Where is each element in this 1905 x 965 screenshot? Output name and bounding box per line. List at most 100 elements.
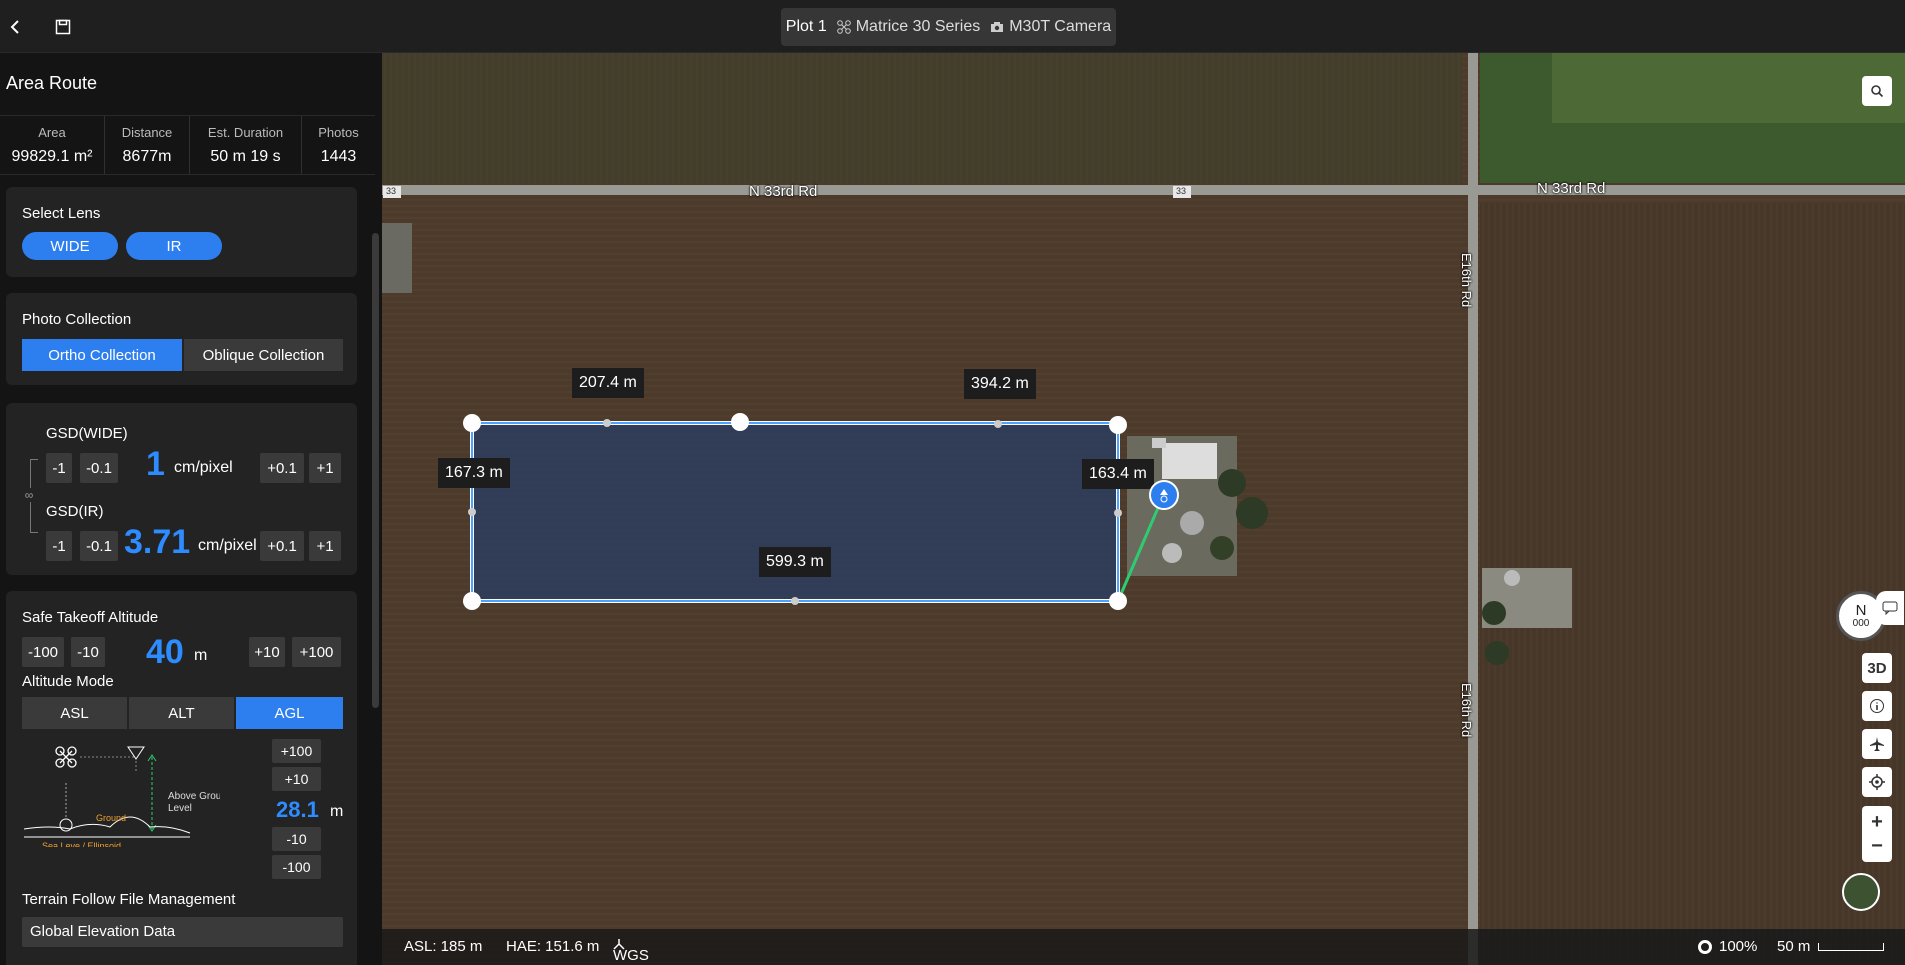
panel-title: Area Route bbox=[6, 73, 98, 93]
agl-unit: m bbox=[330, 803, 344, 820]
gsd-ir-minus-0-1-button[interactable]: -0.1 bbox=[80, 531, 118, 561]
road-label: N 33rd Rd bbox=[749, 183, 818, 200]
zoom-level: 100% bbox=[1719, 938, 1758, 955]
scale-label: 50 m bbox=[1777, 938, 1811, 955]
altitude-mode-asl-tab[interactable]: ASL bbox=[22, 697, 127, 729]
stat-area: Area 99829.1 m² bbox=[0, 116, 105, 174]
mission-title[interactable]: Plot 1 Matrice 30 Series M30T Camera bbox=[781, 8, 1116, 46]
altitude-mode-agl-tab[interactable]: AGL bbox=[236, 697, 343, 729]
drone-icon bbox=[836, 20, 851, 34]
altitude-mode-alt-tab[interactable]: ALT bbox=[129, 697, 234, 729]
gsd-wide-plus-1-button[interactable]: +1 bbox=[309, 453, 341, 483]
sidebar-scrollbar[interactable] bbox=[372, 233, 379, 708]
edge-length-label: 163.4 m bbox=[1082, 459, 1154, 489]
stat-duration: Est. Duration 50 m 19 s bbox=[190, 116, 302, 174]
drone-model: Matrice 30 Series bbox=[855, 18, 981, 35]
stat-distance: Distance 8677m bbox=[105, 116, 190, 174]
back-icon[interactable] bbox=[2, 14, 28, 40]
agl-minus-100-button[interactable]: -100 bbox=[272, 855, 321, 879]
takeoff-value: 40 bbox=[146, 633, 184, 671]
agl-minus-10-button[interactable]: -10 bbox=[272, 827, 321, 851]
terrain-source-select[interactable]: Global Elevation Data bbox=[22, 917, 343, 947]
zoom-control: + − bbox=[1862, 806, 1892, 862]
lens-ir-button[interactable]: IR bbox=[126, 232, 222, 260]
lens-title: Select Lens bbox=[22, 205, 101, 222]
gsd-wide-minus-0-1-button[interactable]: -0.1 bbox=[80, 453, 118, 483]
svg-text:Sea Leve / Ellipsoid: Sea Leve / Ellipsoid bbox=[42, 841, 121, 847]
agl-plus-10-button[interactable]: +10 bbox=[272, 767, 321, 791]
camera-model: M30T Camera bbox=[1009, 18, 1112, 35]
chat-icon[interactable] bbox=[1876, 591, 1904, 625]
map-layer-icon[interactable] bbox=[1842, 873, 1880, 911]
stat-photos: Photos 1443 bbox=[318, 124, 359, 165]
status-bar: ASL: 185 m HAE: 151.6 m WGS 84 100% 50 m bbox=[382, 929, 1905, 965]
svg-text:Level: Level bbox=[168, 803, 192, 814]
road-label: E16th Rd bbox=[1459, 253, 1474, 308]
route-badge: 33 bbox=[1176, 186, 1187, 196]
gsd-ir-plus-0-1-button[interactable]: +0.1 bbox=[260, 531, 304, 561]
aircraft-icon[interactable] bbox=[1862, 729, 1892, 759]
zoom-ring-icon bbox=[1698, 940, 1712, 954]
svg-text:Ground: Ground bbox=[96, 813, 126, 823]
save-icon[interactable] bbox=[50, 14, 76, 40]
3d-view-button[interactable]: 3D bbox=[1862, 653, 1892, 683]
map-view[interactable]: N 33rd Rd N 33rd Rd E16th Rd E16th Rd 33… bbox=[382, 53, 1905, 965]
route-badge: 33 bbox=[386, 186, 397, 196]
takeoff-minus-10-button[interactable]: -10 bbox=[71, 637, 105, 667]
road-label: N 33rd Rd bbox=[1537, 180, 1606, 197]
scale-bar bbox=[1818, 943, 1884, 951]
satellite-imagery bbox=[382, 53, 1905, 965]
zoom-out-icon[interactable]: − bbox=[1871, 834, 1883, 858]
search-icon[interactable] bbox=[1862, 76, 1892, 106]
agl-diagram: Above Ground Level Ground Sea Leve / Ell… bbox=[23, 746, 220, 847]
plot-name: Plot 1 bbox=[785, 18, 827, 35]
hae-readout: HAE: 151.6 m bbox=[506, 938, 600, 955]
zoom-in-icon[interactable]: + bbox=[1871, 810, 1883, 834]
altitude-card: Safe Takeoff Altitude -100 -10 40 m +10 … bbox=[6, 591, 357, 965]
photo-collection-card: Photo Collection Ortho Collection Obliqu… bbox=[6, 293, 357, 385]
top-bar: Plot 1 Matrice 30 Series M30T Camera bbox=[0, 0, 1905, 53]
sidebar: Area Route Area 99829.1 m² Distance 8677… bbox=[0, 53, 382, 965]
terrain-title: Terrain Follow File Management bbox=[22, 891, 236, 908]
info-icon[interactable] bbox=[1862, 691, 1892, 721]
edge-length-label: 599.3 m bbox=[759, 547, 831, 577]
takeoff-plus-100-button[interactable]: +100 bbox=[292, 637, 341, 667]
compass-letter: N bbox=[1855, 602, 1867, 619]
gsd-wide-label: GSD(WIDE) bbox=[46, 425, 128, 442]
road-label: E16th Rd bbox=[1459, 683, 1474, 738]
takeoff-minus-100-button[interactable]: -100 bbox=[22, 637, 64, 667]
compass-heading: 000 bbox=[1852, 618, 1870, 629]
datum-label: WGS 84 bbox=[613, 947, 649, 965]
takeoff-unit: m bbox=[194, 647, 208, 664]
gsd-ir-unit: cm/pixel bbox=[198, 537, 257, 554]
gsd-ir-plus-1-button[interactable]: +1 bbox=[309, 531, 341, 561]
gsd-ir-label: GSD(IR) bbox=[46, 503, 104, 520]
agl-value: 28.1 bbox=[276, 797, 319, 822]
ortho-collection-tab[interactable]: Ortho Collection bbox=[22, 339, 182, 371]
gsd-ir-value: 3.71 bbox=[124, 523, 191, 561]
route-stats: Area 99829.1 m² Distance 8677m Est. Dura… bbox=[0, 115, 375, 175]
gsd-card: GSD(WIDE) -1 -0.1 1 cm/pixel +0.1 +1 ∞ G… bbox=[6, 403, 357, 575]
oblique-collection-tab[interactable]: Oblique Collection bbox=[184, 339, 343, 371]
lens-wide-button[interactable]: WIDE bbox=[22, 232, 118, 260]
locate-icon[interactable] bbox=[1862, 767, 1892, 797]
takeoff-point-icon[interactable] bbox=[1149, 480, 1179, 510]
gsd-wide-value: 1 bbox=[146, 445, 165, 483]
drone-diagram-icon bbox=[55, 746, 77, 768]
gsd-wide-minus-1-button[interactable]: -1 bbox=[46, 453, 72, 483]
edge-length-label: 207.4 m bbox=[572, 368, 644, 398]
takeoff-title: Safe Takeoff Altitude bbox=[22, 609, 159, 626]
asl-readout: ASL: 185 m bbox=[404, 938, 483, 955]
svg-text:Above Ground: Above Ground bbox=[168, 791, 220, 802]
link-icon[interactable]: ∞ bbox=[22, 488, 36, 502]
photo-collection-title: Photo Collection bbox=[22, 311, 132, 328]
altitude-mode-title: Altitude Mode bbox=[22, 673, 114, 690]
agl-plus-100-button[interactable]: +100 bbox=[272, 739, 321, 763]
gsd-wide-plus-0-1-button[interactable]: +0.1 bbox=[260, 453, 304, 483]
gsd-wide-unit: cm/pixel bbox=[174, 459, 233, 476]
edge-length-label: 167.3 m bbox=[438, 458, 510, 488]
lens-card: Select Lens WIDE IR bbox=[6, 187, 357, 277]
takeoff-plus-10-button[interactable]: +10 bbox=[249, 637, 285, 667]
edge-length-label: 394.2 m bbox=[964, 369, 1036, 399]
gsd-ir-minus-1-button[interactable]: -1 bbox=[46, 531, 72, 561]
